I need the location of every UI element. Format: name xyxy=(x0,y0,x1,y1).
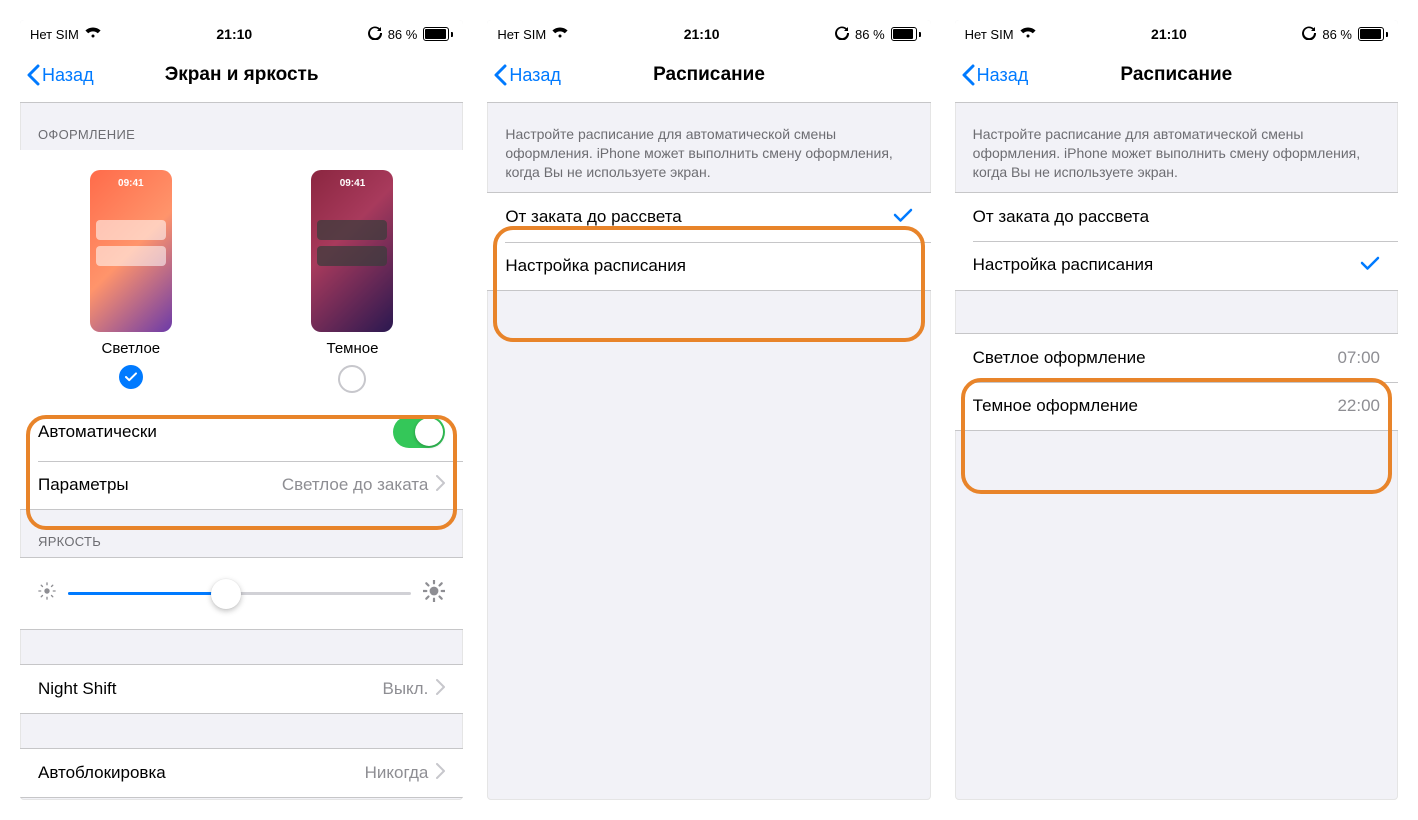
automatic-label: Автоматически xyxy=(38,422,393,442)
option-custom-label: Настройка расписания xyxy=(505,256,912,276)
autolock-value: Никогда xyxy=(365,763,429,783)
schedule-note: Настройте расписание для автоматической … xyxy=(487,103,930,192)
refresh-icon xyxy=(368,26,382,43)
back-label: Назад xyxy=(42,65,94,86)
appearance-option-light[interactable]: 09:41 Светлое xyxy=(90,170,172,393)
nav-bar: Назад Расписание xyxy=(955,48,1398,103)
light-time-label: Светлое оформление xyxy=(973,348,1338,368)
light-time-value: 07:00 xyxy=(1337,348,1380,368)
option-sunset-sunrise[interactable]: От заката до рассвета xyxy=(487,193,930,242)
nav-bar: Назад Расписание xyxy=(487,48,930,103)
carrier-label: Нет SIM xyxy=(30,27,79,42)
option-custom-label: Настройка расписания xyxy=(973,255,1360,275)
automatic-switch[interactable] xyxy=(393,416,445,448)
options-value: Светлое до заката xyxy=(282,475,428,495)
section-header-brightness: ЯРКОСТЬ xyxy=(20,510,463,557)
back-button[interactable]: Назад xyxy=(20,64,94,86)
sun-min-icon xyxy=(38,582,56,605)
radio-unchecked-icon xyxy=(338,365,366,393)
night-shift-row[interactable]: Night Shift Выкл. xyxy=(20,665,463,713)
status-bar: Нет SIM 21:10 86 % xyxy=(955,20,1398,48)
options-row[interactable]: Параметры Светлое до заката xyxy=(20,461,463,509)
carrier-label: Нет SIM xyxy=(497,27,546,42)
phone-schedule-custom: Нет SIM 21:10 86 % Назад Расписание Наст… xyxy=(955,20,1398,800)
back-label: Назад xyxy=(977,65,1029,86)
appearance-row: 09:41 Светлое 09:41 Темное xyxy=(20,150,463,403)
chevron-right-icon xyxy=(436,475,445,496)
dark-time-label: Темное оформление xyxy=(973,396,1338,416)
autolock-label: Автоблокировка xyxy=(38,763,365,783)
chevron-right-icon xyxy=(436,763,445,784)
refresh-icon xyxy=(1302,26,1316,43)
battery-label: 86 % xyxy=(855,27,885,42)
night-shift-value: Выкл. xyxy=(382,679,428,699)
dark-time-row[interactable]: Темное оформление 22:00 xyxy=(955,382,1398,430)
light-time-row[interactable]: Светлое оформление 07:00 xyxy=(955,334,1398,382)
wifi-icon xyxy=(1020,27,1036,42)
back-button[interactable]: Назад xyxy=(955,64,1029,86)
wifi-icon xyxy=(85,27,101,42)
dark-time-value: 22:00 xyxy=(1337,396,1380,416)
phone-schedule-sunset: Нет SIM 21:10 86 % Назад Расписание Наст… xyxy=(487,20,930,800)
section-header-appearance: ОФОРМЛЕНИЕ xyxy=(20,103,463,150)
checkmark-icon xyxy=(893,206,913,229)
battery-label: 86 % xyxy=(1322,27,1352,42)
wifi-icon xyxy=(552,27,568,42)
option-custom-schedule[interactable]: Настройка расписания xyxy=(487,242,930,290)
status-time: 21:10 xyxy=(1151,26,1187,42)
schedule-note: Настройте расписание для автоматической … xyxy=(955,103,1398,192)
option-sunset-label: От заката до рассвета xyxy=(505,207,892,227)
back-label: Назад xyxy=(509,65,561,86)
brightness-slider[interactable] xyxy=(68,592,411,595)
dark-preview: 09:41 xyxy=(311,170,393,332)
option-sunset-label: От заката до рассвета xyxy=(973,207,1380,227)
brightness-slider-row xyxy=(20,558,463,629)
sun-max-icon xyxy=(423,580,445,607)
refresh-icon xyxy=(835,26,849,43)
status-bar: Нет SIM 21:10 86 % xyxy=(487,20,930,48)
option-sunset-sunrise[interactable]: От заката до рассвета xyxy=(955,193,1398,241)
automatic-row[interactable]: Автоматически xyxy=(20,403,463,461)
carrier-label: Нет SIM xyxy=(965,27,1014,42)
phone-display-brightness: Нет SIM 21:10 86 % Назад Экран и яркость… xyxy=(20,20,463,800)
options-label: Параметры xyxy=(38,475,282,495)
light-preview: 09:41 xyxy=(90,170,172,332)
appearance-option-dark[interactable]: 09:41 Темное xyxy=(311,170,393,393)
dark-label: Темное xyxy=(327,340,379,357)
battery-icon xyxy=(423,27,453,41)
light-label: Светлое xyxy=(102,340,161,357)
autolock-row[interactable]: Автоблокировка Никогда xyxy=(20,749,463,797)
status-bar: Нет SIM 21:10 86 % xyxy=(20,20,463,48)
night-shift-label: Night Shift xyxy=(38,679,382,699)
nav-bar: Назад Экран и яркость xyxy=(20,48,463,103)
status-time: 21:10 xyxy=(216,26,252,42)
battery-icon xyxy=(1358,27,1388,41)
checkmark-icon xyxy=(1360,254,1380,277)
battery-label: 86 % xyxy=(388,27,418,42)
status-time: 21:10 xyxy=(684,26,720,42)
radio-checked-icon xyxy=(119,365,143,389)
chevron-right-icon xyxy=(436,679,445,700)
battery-icon xyxy=(891,27,921,41)
back-button[interactable]: Назад xyxy=(487,64,561,86)
option-custom-schedule[interactable]: Настройка расписания xyxy=(955,241,1398,290)
